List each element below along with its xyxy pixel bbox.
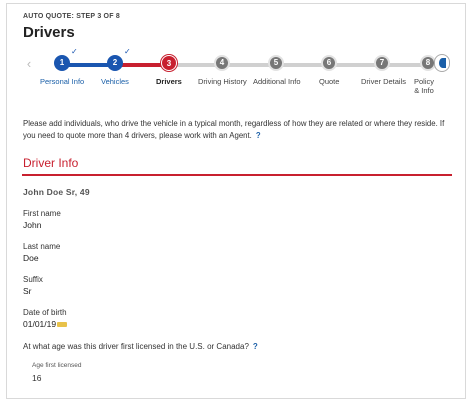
first-name-label: First name [23,209,61,218]
intro-text: Please add individuals, who drive the ve… [23,118,453,142]
step-5-label: Additional Info [253,77,301,86]
step-1-label[interactable]: Personal Info [40,77,84,86]
step-4-label: Driving History [198,77,247,86]
checkmark-icon: ✓ [71,47,78,56]
license-question: At what age was this driver first licens… [23,342,258,351]
step-3-label: Drivers [156,77,182,86]
step-3-circle: 3 [161,55,177,71]
dob-label: Date of birth [23,308,67,317]
suffix-value: Sr [23,286,32,296]
driver-heading: John Doe Sr, 49 [23,187,90,197]
step-6-circle: 6 [321,55,337,71]
step-1-circle[interactable]: 1 [54,55,70,71]
section-title: Driver Info [23,156,79,170]
step-indicator: AUTO QUOTE: STEP 3 OF 8 [23,13,120,20]
help-icon[interactable]: ? [256,130,261,142]
checkmark-icon: ✓ [124,47,131,56]
step-5-circle: 5 [268,55,284,71]
section-divider [22,174,452,176]
step-8-label: Policy & Info [413,77,434,95]
progress-track-todo [168,63,430,67]
step-2-label[interactable]: Vehicles [101,77,129,86]
step-2-circle[interactable]: 2 [107,55,123,71]
intro-body: Please add individuals, who drive the ve… [23,119,445,140]
page-title: Drivers [23,24,75,41]
last-name-label: Last name [23,242,61,251]
chevron-left-icon[interactable]: ‹ [22,55,36,73]
masked-value-icon [57,322,68,328]
last-name-value: Doe [23,253,39,263]
age-first-licensed-label: Age first licensed [32,362,82,369]
chevron-right-icon[interactable] [434,54,450,72]
age-first-licensed-input[interactable]: 16 [32,373,41,383]
license-question-text: At what age was this driver first licens… [23,342,249,351]
first-name-value: John [23,220,42,230]
help-icon[interactable]: ? [253,342,258,351]
progress-tracker: ‹ 1 ✓ 2 ✓ 3 4 5 6 7 8 Personal Info Vehi… [22,47,452,97]
step-7-label: Driver Details [361,77,407,86]
step-7-circle: 7 [374,55,390,71]
suffix-label: Suffix [23,275,43,284]
step-4-circle: 4 [214,55,230,71]
step-6-label: Quote [319,77,340,86]
dob-field: 01/01/19 [23,319,68,329]
dob-value: 01/01/19 [23,319,57,329]
